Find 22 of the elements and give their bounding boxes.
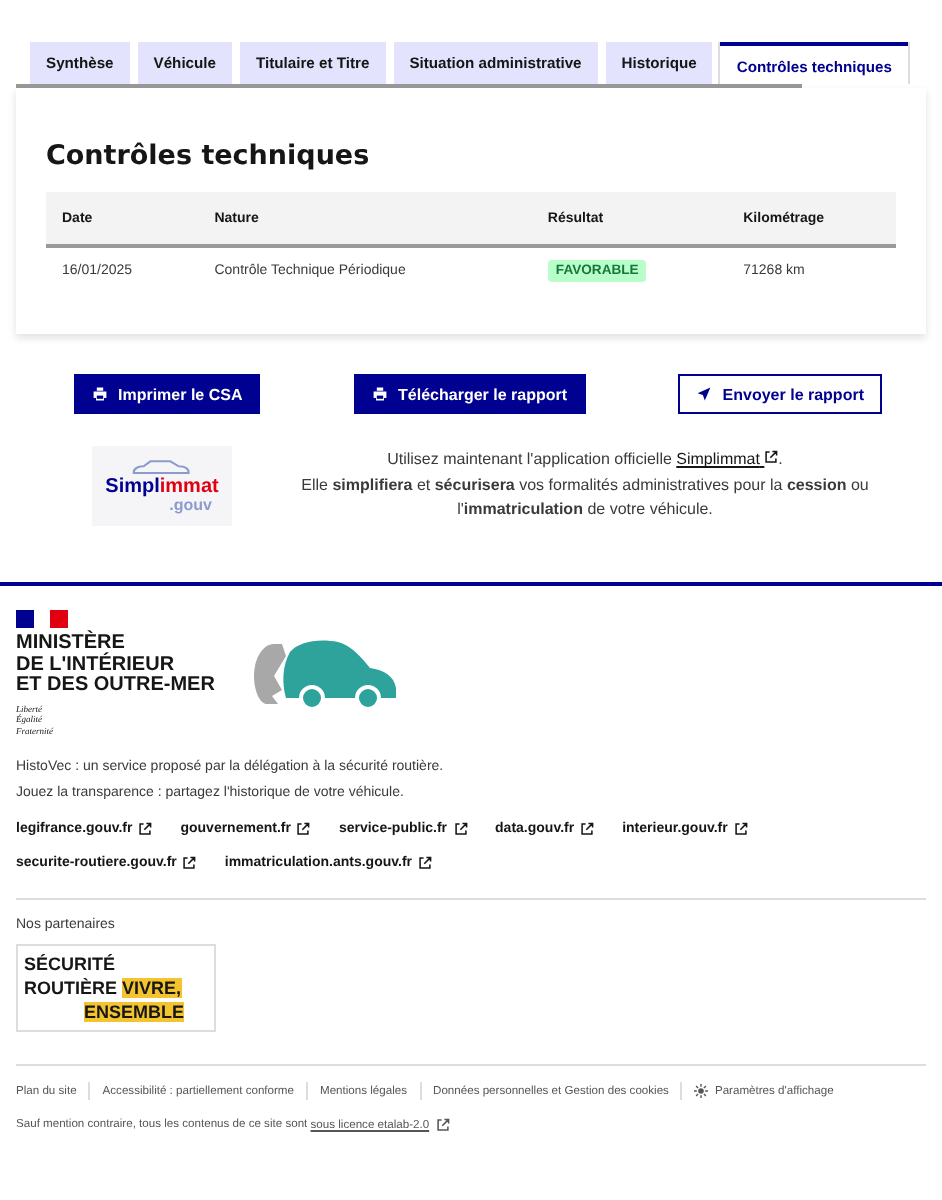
- send-icon: [696, 386, 713, 402]
- external-link-icon: [182, 856, 197, 870]
- printer-icon: [372, 386, 389, 402]
- external-link-icon: [453, 822, 468, 836]
- external-link-icon: [138, 822, 153, 836]
- promo-text: Utilisez maintenant l'application officielle Simplimmat .: [385, 448, 785, 473]
- action-button[interactable]: Envoyer le rapport: [678, 374, 882, 414]
- sun-icon: [694, 1084, 709, 1098]
- external-link-icon: [418, 856, 432, 870]
- external-link-icon: [764, 450, 779, 465]
- action-button[interactable]: Télécharger le rapport: [354, 374, 586, 414]
- section-title: Contrôles techniques: [46, 140, 372, 172]
- external-link-icon: [733, 822, 748, 836]
- action-button[interactable]: Imprimer le CSA: [74, 374, 261, 414]
- printer-icon: [92, 386, 108, 402]
- partner-logo: SÉCURITÉ ROUTIÈRE VIVRE, ENSEMBLE: [16, 944, 216, 1032]
- external-link-icon: [580, 822, 595, 836]
- app-logo: Simplimmat .gouv: [92, 446, 232, 526]
- external-link-icon: [435, 1118, 450, 1132]
- promo-text: Elle simplifiera et sécurisera vos formalités administratives pour la cession ou l'immatriculation de votre véhicule.: [299, 473, 871, 523]
- app-link[interactable]: Simplimmat: [676, 450, 779, 469]
- external-link-icon: [296, 822, 311, 836]
